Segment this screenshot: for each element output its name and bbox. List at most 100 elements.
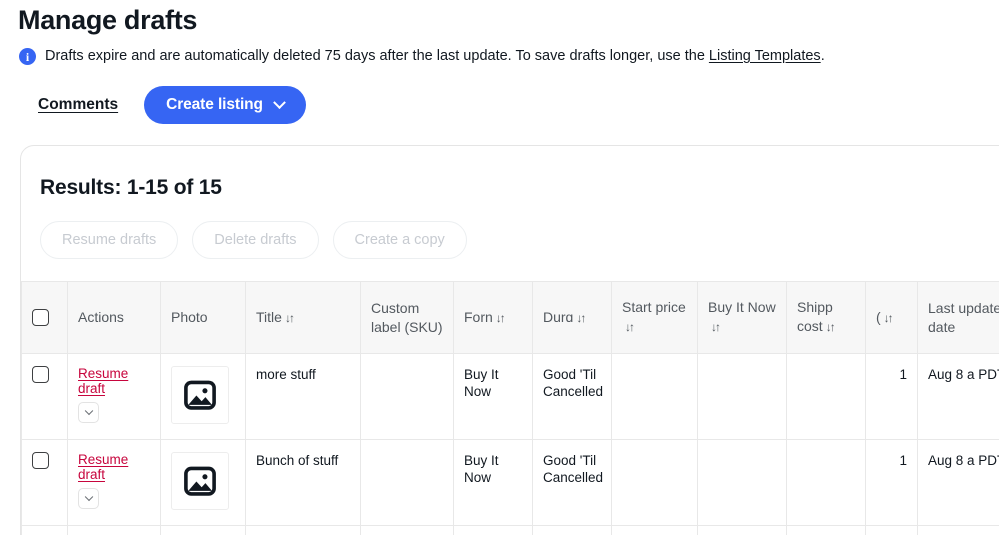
- resume-draft-link[interactable]: Resume draft: [78, 366, 138, 396]
- column-label-title: Title: [256, 308, 282, 325]
- column-header-last-update-date: Last update date: [917, 281, 999, 354]
- photo-thumbnail: [171, 452, 229, 510]
- table-row: [21, 525, 999, 535]
- row-photo-cell: [160, 525, 246, 535]
- column-label-actions: Actions: [78, 309, 124, 325]
- row-buy-it-now-cell: [697, 439, 787, 526]
- notice-text: Drafts expire and are automatically dele…: [45, 46, 825, 66]
- row-actions-cell: Resume draft: [67, 439, 161, 526]
- column-header-quantity[interactable]: (↓↑: [865, 281, 918, 354]
- row-quantity-cell: 1: [865, 353, 918, 440]
- photo-thumbnail: [171, 366, 229, 424]
- chevron-down-icon: [84, 492, 93, 501]
- row-title-cell: [245, 525, 361, 535]
- row-select-cell: [21, 525, 68, 535]
- resume-draft-link[interactable]: Resume draft: [78, 452, 138, 482]
- column-header-buy-it-now[interactable]: Buy It Now ↓↑: [697, 281, 787, 354]
- row-start-price-cell: [611, 439, 698, 526]
- create-a-copy-button[interactable]: Create a copy: [332, 221, 467, 259]
- row-last-update-cell: Aug 8 a PDT: [917, 439, 999, 526]
- column-header-custom-label-sku: Custom label (SKU): [360, 281, 454, 354]
- table-body: Resume draft more stuff Buy It Now Good …: [21, 353, 999, 535]
- comments-link[interactable]: Comments: [38, 96, 118, 114]
- row-sku-cell: [360, 353, 454, 440]
- column-header-photo: Photo: [160, 281, 246, 354]
- table-header-row: Actions Photo Title ↓↑ Custom label (SKU): [21, 281, 999, 354]
- column-label-buy-it-now: Buy It Now: [708, 299, 776, 315]
- column-label-duration: Durɑ: [543, 308, 574, 325]
- sort-icon-start-price[interactable]: ↓↑: [625, 318, 635, 337]
- row-actions-cell: Resume draft: [67, 353, 161, 440]
- drafts-table: Actions Photo Title ↓↑ Custom label (SKU): [21, 281, 999, 535]
- create-listing-button[interactable]: Create listing: [144, 86, 306, 124]
- sort-icon-quantity[interactable]: ↓↑: [884, 309, 894, 328]
- listing-templates-link[interactable]: Listing Templates: [709, 48, 821, 64]
- row-quantity-cell: [865, 525, 918, 535]
- sort-icon-duration[interactable]: ↓↑: [576, 309, 586, 328]
- table-row: Resume draft: [21, 353, 999, 440]
- row-start-price-cell: [611, 353, 698, 440]
- row-start-price-cell: [611, 525, 698, 535]
- sort-icon-buy-it-now[interactable]: ↓↑: [711, 318, 721, 337]
- row-actions-menu-button[interactable]: [78, 488, 99, 509]
- column-label-custom-label-sku: Custom label (SKU): [371, 299, 443, 335]
- row-shipping-cost-cell: [786, 439, 866, 526]
- column-label-format: Forn: [464, 308, 493, 325]
- sort-icon-shipping-cost[interactable]: ↓↑: [826, 318, 836, 337]
- delete-drafts-button[interactable]: Delete drafts: [192, 221, 319, 259]
- drafts-expiry-notice: i Drafts expire and are automatically de…: [0, 36, 999, 66]
- row-format-cell: Buy It Now: [453, 439, 533, 526]
- row-last-update-cell: [917, 525, 999, 535]
- drafts-table-scroll: Actions Photo Title ↓↑ Custom label (SKU): [21, 281, 999, 535]
- column-label-photo: Photo: [171, 309, 208, 325]
- resume-drafts-button[interactable]: Resume drafts: [40, 221, 179, 259]
- column-header-duration[interactable]: Durɑ ↓↑: [532, 281, 612, 354]
- row-shipping-cost-cell: [786, 525, 866, 535]
- row-sku-cell: [360, 439, 454, 526]
- row-photo-cell: [160, 353, 246, 440]
- row-last-update-cell: Aug 8 a PDT: [917, 353, 999, 440]
- row-quantity-cell: 1: [865, 439, 918, 526]
- row-checkbox[interactable]: [32, 366, 49, 383]
- sort-icon-title[interactable]: ↓↑: [285, 309, 295, 328]
- row-duration-cell: [532, 525, 612, 535]
- row-title-cell: more stuff: [245, 353, 361, 440]
- select-all-checkbox[interactable]: [32, 309, 49, 326]
- image-placeholder-icon: [184, 380, 216, 410]
- results-count: Results: 1-15 of 15: [40, 176, 222, 199]
- sort-icon-format[interactable]: ↓↑: [496, 309, 506, 328]
- notice-text-after: .: [820, 48, 825, 64]
- table-header: Actions Photo Title ↓↑ Custom label (SKU): [21, 281, 999, 354]
- column-label-last-update-date: Last update date: [928, 299, 999, 335]
- manage-drafts-page: Manage drafts i Drafts expire and are au…: [0, 0, 999, 535]
- row-shipping-cost-cell: [786, 353, 866, 440]
- info-icon: i: [19, 48, 36, 65]
- column-header-format[interactable]: Forn ↓↑: [453, 281, 533, 354]
- notice-text-before: Drafts expire and are automatically dele…: [45, 48, 709, 64]
- row-format-cell: [453, 525, 533, 535]
- column-label-quantity: (: [876, 308, 881, 325]
- column-header-shipping-cost[interactable]: Shipp cost ↓↑: [786, 281, 866, 354]
- bulk-actions-group: Resume drafts Delete drafts Create a cop…: [21, 200, 999, 259]
- row-actions-cell: [67, 525, 161, 535]
- row-select-cell: [21, 353, 68, 440]
- row-checkbox[interactable]: [32, 452, 49, 469]
- row-format-cell: Buy It Now: [453, 353, 533, 440]
- row-sku-cell: [360, 525, 454, 535]
- row-duration-cell: Good 'Til Cancelled: [532, 353, 612, 440]
- create-listing-label: Create listing: [166, 96, 263, 113]
- column-header-start-price[interactable]: Start price ↓↑: [611, 281, 698, 354]
- row-buy-it-now-cell: [697, 353, 787, 440]
- row-actions-menu-button[interactable]: [78, 402, 99, 423]
- results-card: Results: 1-15 of 15 Resume drafts Delete…: [20, 145, 999, 535]
- column-header-actions: Actions: [67, 281, 161, 354]
- select-all-header: [21, 281, 68, 354]
- column-header-title[interactable]: Title ↓↑: [245, 281, 361, 354]
- column-label-start-price: Start price: [622, 299, 686, 315]
- row-duration-cell: Good 'Til Cancelled: [532, 439, 612, 526]
- image-placeholder-icon: [184, 466, 216, 496]
- row-select-cell: [21, 439, 68, 526]
- row-title-cell: Bunch of stuff: [245, 439, 361, 526]
- chevron-down-icon: [273, 95, 286, 109]
- row-buy-it-now-cell: [697, 525, 787, 535]
